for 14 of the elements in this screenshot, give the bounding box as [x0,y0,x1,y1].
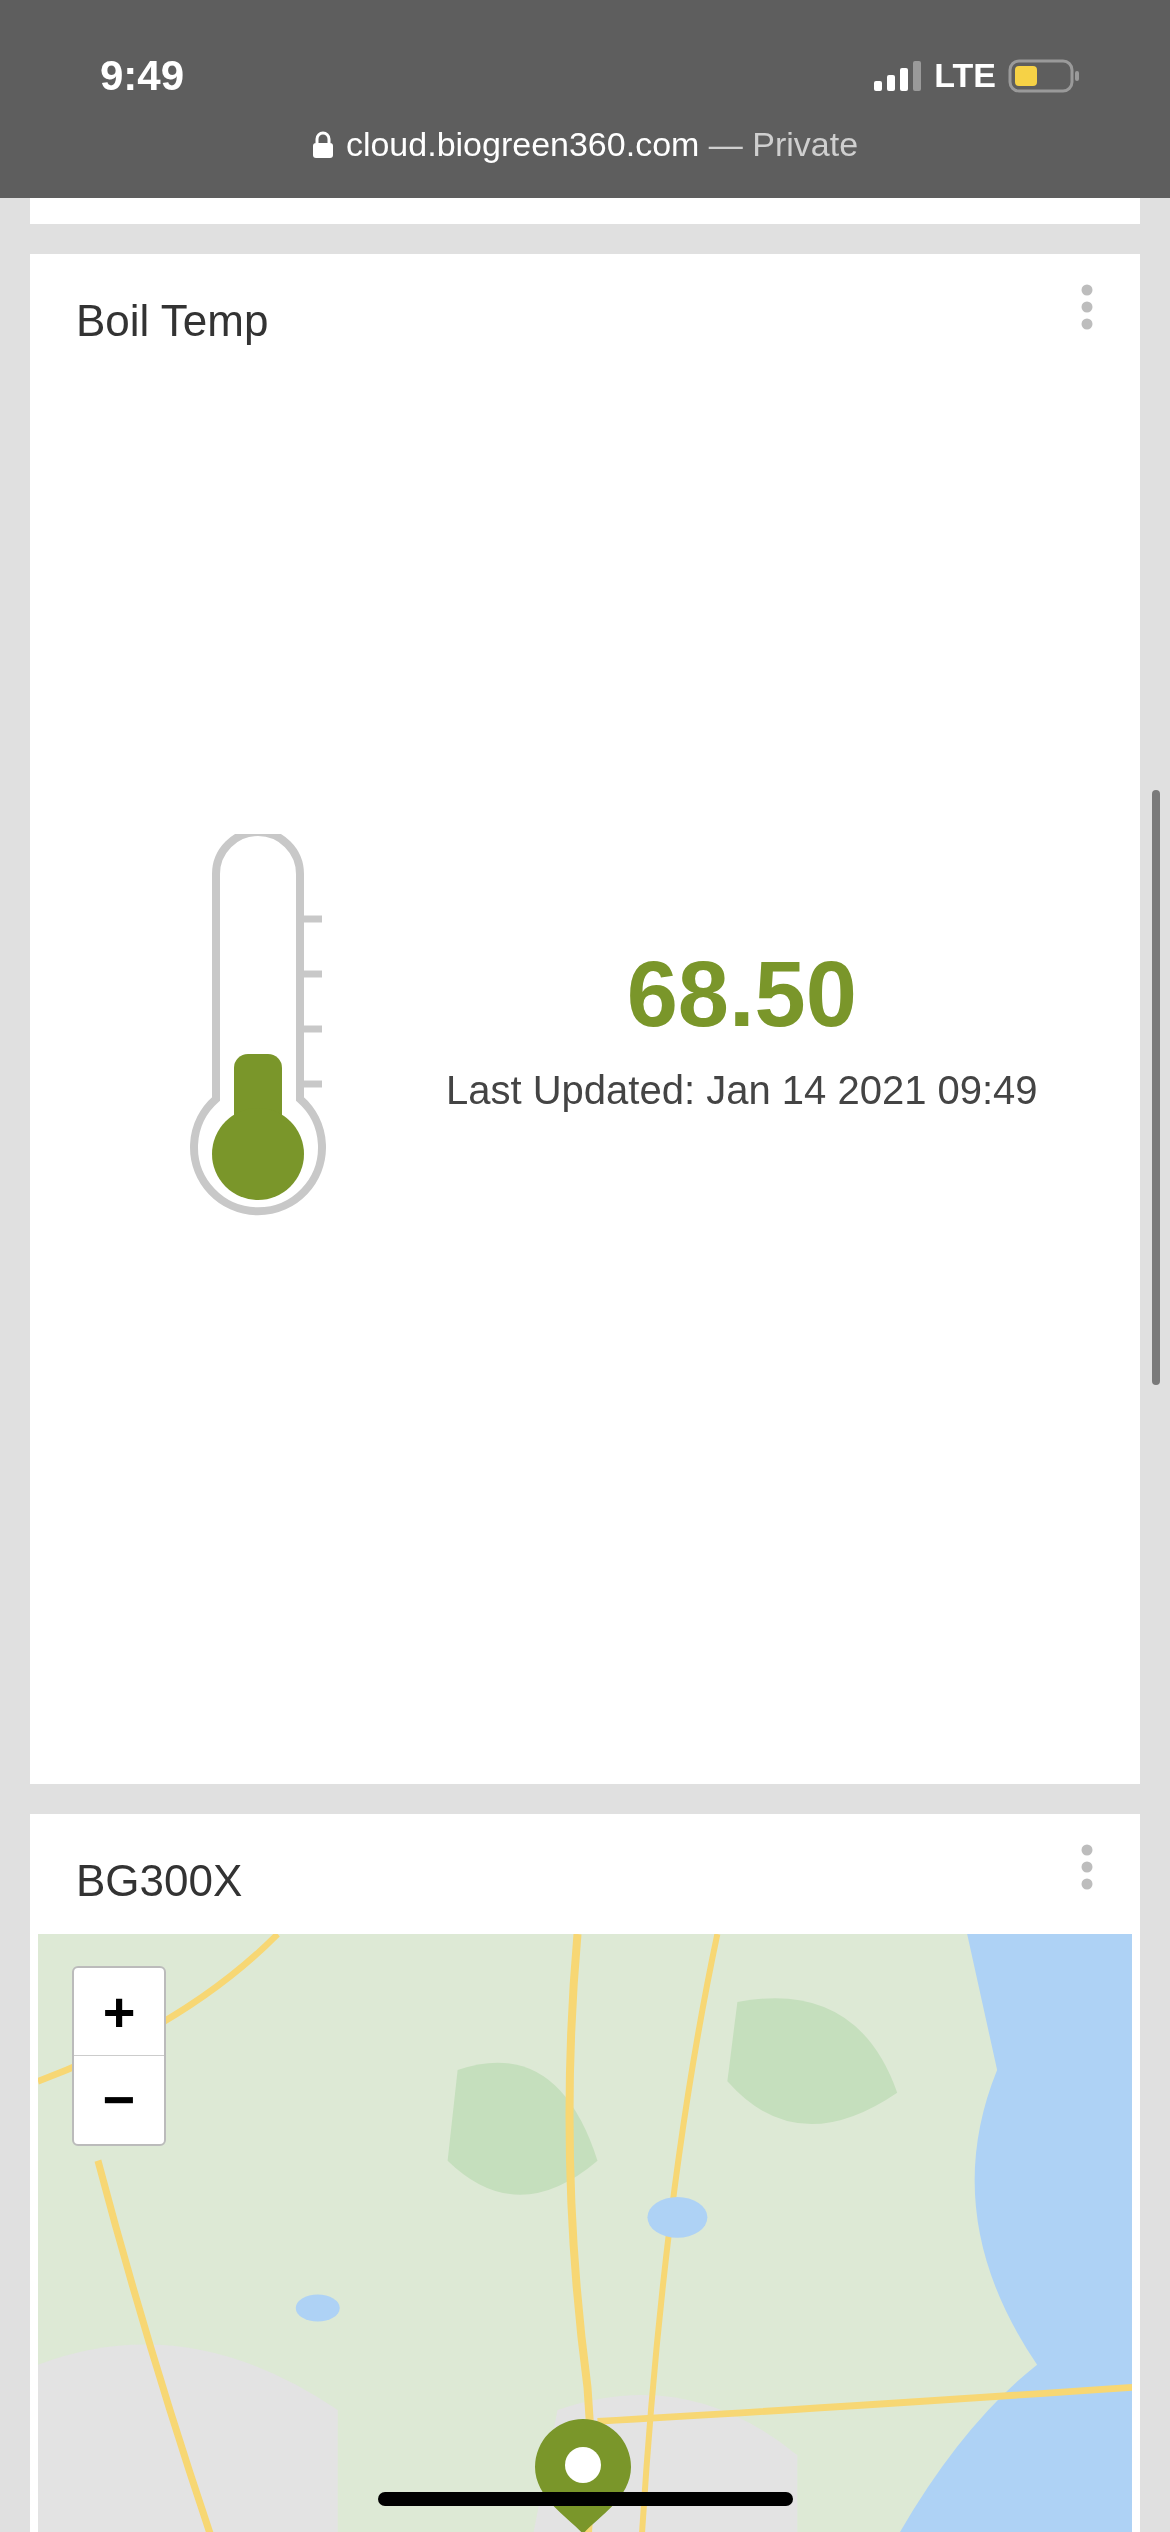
zoom-out-button[interactable]: − [74,2056,164,2144]
last-updated: Last Updated: Jan 14 2021 09:49 [446,1067,1038,1114]
signal-icon [874,60,923,91]
network-label: LTE [934,55,996,96]
lock-icon [311,130,334,159]
status-time: 9:49 [100,51,185,101]
more-icon[interactable] [1080,284,1094,330]
temperature-value: 68.50 [626,948,857,1040]
battery-icon [1008,58,1080,93]
zoom-in-button[interactable]: + [74,1968,164,2056]
url-text[interactable]: cloud.biogreen360.com — Private [345,119,859,170]
card-title: Boil Temp [76,295,269,347]
card-title: BG300X [76,1855,243,1907]
more-icon[interactable] [1080,1844,1094,1890]
